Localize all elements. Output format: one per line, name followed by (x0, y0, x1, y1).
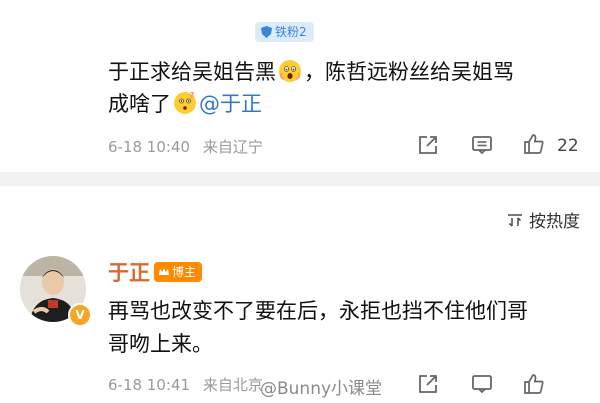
confused-face-emoji-icon: ? (174, 91, 196, 114)
comment-text-line-2: 成啥了 ? @于正 (108, 88, 262, 120)
comment-meta: 6-18 10:40 来自辽宁 (108, 136, 263, 157)
reply-location: 来自北京 (202, 376, 263, 394)
like-icon[interactable] (522, 132, 546, 156)
reply-text-line-1: 再骂也改变不了要在后，永拒也挡不住他们哥 (108, 299, 528, 323)
user-mention-link[interactable]: @于正 (199, 92, 262, 116)
reply-timestamp: 6-18 10:41 (108, 376, 191, 394)
sort-by-popularity-button[interactable]: 按热度 (507, 207, 580, 232)
sort-icon (508, 213, 522, 227)
reply-text-line-2: 哥吻上来。 (108, 332, 213, 356)
crown-icon (159, 268, 169, 275)
fan-level-badge: 铁粉2 (255, 22, 314, 42)
screaming-face-emoji-icon (279, 60, 301, 82)
verified-badge-icon: V (68, 303, 92, 327)
comment-location: 来自辽宁 (202, 138, 263, 156)
share-icon[interactable] (416, 133, 440, 157)
like-icon[interactable] (522, 372, 546, 396)
comment-icon[interactable] (470, 133, 494, 157)
comment-timestamp: 6-18 10:40 (108, 138, 191, 156)
sort-label: 按热度 (529, 212, 580, 232)
comment-text-segment: 成啥了 (108, 92, 171, 116)
comment-text-line-1: 于正求给吴姐告黑 ，陈哲远粉丝给吴姐骂 (108, 56, 514, 88)
reply-username[interactable]: 于正 (108, 257, 150, 287)
reply-meta: 6-18 10:41 来自北京 (108, 374, 263, 395)
comment-text-segment: ，陈哲远粉丝给吴姐骂 (304, 60, 514, 84)
watermark: @Bunny小课堂 (260, 379, 383, 399)
comment-text-segment: 于正求给吴姐告黑 (108, 60, 276, 84)
blogger-badge: 博主 (154, 262, 203, 282)
like-count: 22 (557, 136, 579, 156)
share-icon[interactable] (416, 372, 440, 396)
comment-icon[interactable] (470, 372, 494, 396)
fan-badge-label: 铁粉2 (275, 25, 307, 39)
section-divider (0, 172, 600, 186)
svg-text:?: ? (190, 91, 194, 100)
shield-icon (261, 26, 272, 38)
blogger-badge-label: 博主 (172, 265, 197, 279)
